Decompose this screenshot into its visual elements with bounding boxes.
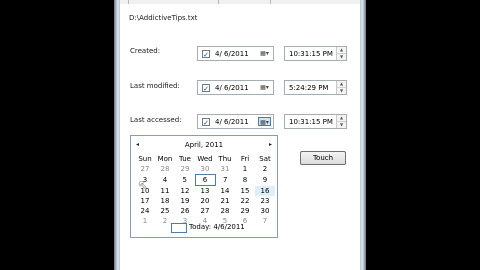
calendar-day[interactable]: 9: [255, 175, 275, 186]
accessed-date-picker[interactable]: ✓ 4/ 6/2011 ▦▾: [197, 114, 274, 129]
touch-button[interactable]: Touch: [300, 151, 346, 165]
calendar-month-title[interactable]: April, 2011: [131, 141, 277, 149]
calendar-day[interactable]: 13: [195, 186, 215, 197]
calendar-day[interactable]: 7: [215, 175, 235, 186]
calendar-day[interactable]: 17: [135, 196, 155, 206]
checkmark-icon[interactable]: ✓: [202, 118, 210, 127]
accessed-time-value: 10:31:15 PM: [289, 118, 333, 126]
calendar-day[interactable]: 29: [175, 164, 195, 175]
created-label: Created:: [130, 47, 161, 55]
modified-time-field[interactable]: 5:24:29 PM ▲ ▼: [284, 80, 347, 95]
arrow-down-icon[interactable]: ▼: [337, 87, 346, 94]
accessed-label: Last accessed:: [130, 116, 182, 124]
calendar-day[interactable]: 29: [235, 206, 255, 216]
calendar-day[interactable]: 4: [155, 175, 175, 186]
calendar-day[interactable]: 1: [235, 164, 255, 175]
today-link[interactable]: Today: 4/6/2011: [189, 223, 245, 231]
calendar-dropdown-icon[interactable]: ▦▾: [258, 117, 271, 126]
calendar-day-hovered[interactable]: 16: [255, 185, 275, 196]
calendar-grid: Sun Mon Tue Wed Thu Fri Sat 27 28 29 30 …: [135, 154, 275, 226]
modified-time-value: 5:24:29 PM: [289, 84, 329, 92]
time-spinner[interactable]: ▲ ▼: [336, 47, 346, 60]
mouse-pointer-icon: ↖: [138, 178, 149, 192]
window-frame-right: [360, 0, 366, 270]
calendar-day[interactable]: 22: [235, 196, 255, 206]
today-marker-icon: [171, 223, 187, 233]
calendar-day[interactable]: 30: [255, 206, 275, 216]
calendar-day[interactable]: 5: [175, 175, 195, 186]
calendar-day[interactable]: 15: [235, 186, 255, 197]
calendar-popup: ◂ April, 2011 ▸ Sun Mon Tue Wed Thu Fri …: [130, 135, 278, 238]
accessed-time-field[interactable]: 10:31:15 PM ▲ ▼: [284, 114, 347, 129]
time-spinner[interactable]: ▲ ▼: [336, 81, 346, 94]
calendar-day[interactable]: 8: [235, 175, 255, 186]
weekday-header: Mon: [157, 155, 173, 163]
modified-label: Last modified:: [130, 82, 180, 90]
calendar-dropdown-icon[interactable]: ▦▾: [258, 49, 271, 58]
calendar-dropdown-icon[interactable]: ▦▾: [258, 83, 271, 92]
calendar-day[interactable]: 28: [215, 206, 235, 216]
weekday-header: Wed: [197, 155, 213, 163]
calendar-day[interactable]: 27: [195, 206, 215, 216]
properties-panel: D:\AddictiveTips.txt Created: ✓ 4/ 6/201…: [120, 4, 360, 270]
calendar-day[interactable]: 23: [255, 196, 275, 206]
weekday-header: Fri: [240, 155, 250, 163]
created-time-value: 10:31:15 PM: [289, 50, 333, 58]
arrow-down-icon[interactable]: ▼: [337, 53, 346, 60]
calendar-day[interactable]: 31: [215, 164, 235, 175]
created-date-picker[interactable]: ✓ 4/ 6/2011 ▦▾: [197, 46, 274, 61]
created-time-field[interactable]: 10:31:15 PM ▲ ▼: [284, 46, 347, 61]
weekday-header: Sun: [138, 155, 152, 163]
calendar-day[interactable]: 26: [175, 206, 195, 216]
calendar-day[interactable]: 14: [215, 186, 235, 197]
accessed-date-value: 4/ 6/2011: [215, 118, 249, 126]
calendar-day[interactable]: 18: [155, 196, 175, 206]
calendar-day[interactable]: 30: [195, 164, 215, 175]
weekday-header: Thu: [218, 155, 232, 163]
calendar-day[interactable]: 11: [155, 186, 175, 197]
calendar-day[interactable]: 28: [155, 164, 175, 175]
calendar-day[interactable]: 12: [175, 186, 195, 197]
weekday-header: Sat: [259, 155, 271, 163]
arrow-down-icon[interactable]: ▼: [337, 121, 346, 128]
checkmark-icon[interactable]: ✓: [202, 50, 210, 59]
calendar-day[interactable]: 20: [195, 196, 215, 206]
time-spinner[interactable]: ▲ ▼: [336, 115, 346, 128]
calendar-day[interactable]: 21: [215, 196, 235, 206]
calendar-day[interactable]: 24: [135, 206, 155, 216]
checkmark-icon[interactable]: ✓: [202, 84, 210, 93]
calendar-day[interactable]: 25: [155, 206, 175, 216]
calendar-day[interactable]: 2: [255, 164, 275, 175]
touch-dialog: D:\AddictiveTips.txt Created: ✓ 4/ 6/201…: [120, 0, 360, 270]
created-date-value: 4/ 6/2011: [215, 50, 249, 58]
calendar-day-today[interactable]: 6: [194, 174, 216, 186]
calendar-day[interactable]: 7: [255, 216, 275, 226]
calendar-day[interactable]: 19: [175, 196, 195, 206]
modified-date-value: 4/ 6/2011: [215, 84, 249, 92]
calendar-day[interactable]: 27: [135, 164, 155, 175]
file-path-label: D:\AddictiveTips.txt: [129, 14, 198, 22]
next-month-icon[interactable]: ▸: [269, 141, 272, 148]
weekday-header: Tue: [179, 155, 191, 163]
modified-date-picker[interactable]: ✓ 4/ 6/2011 ▦▾: [197, 80, 274, 95]
calendar-day[interactable]: 1: [135, 216, 155, 226]
